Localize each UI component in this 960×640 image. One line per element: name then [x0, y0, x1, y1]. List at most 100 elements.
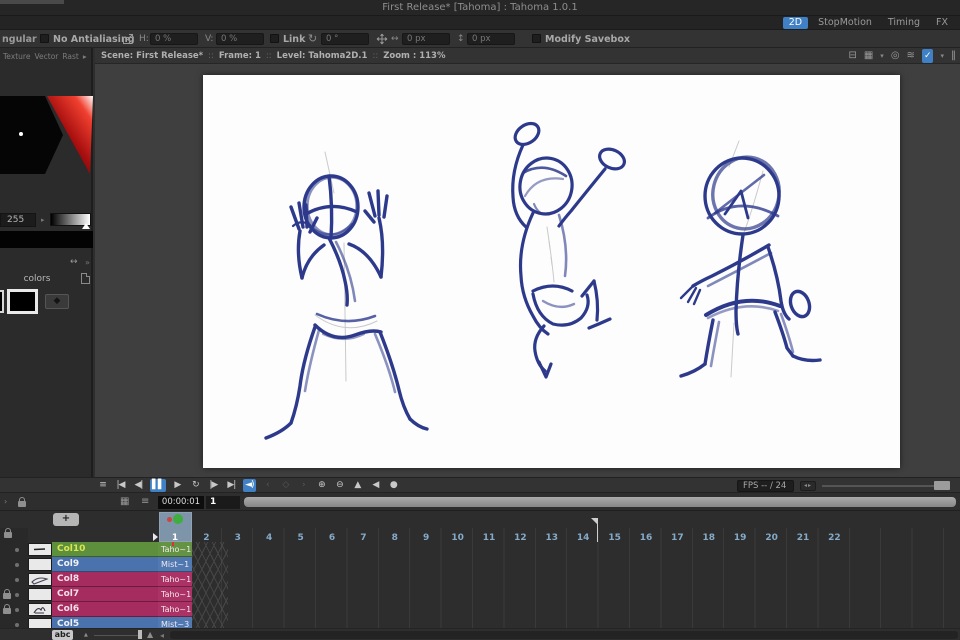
cell-frame1-col10[interactable]: Taho~1 — [158, 542, 192, 557]
layer-thumbnail[interactable] — [28, 588, 52, 601]
selected-style-swatch[interactable] — [7, 289, 38, 314]
lock-column-icon[interactable] — [4, 532, 12, 538]
chevron-down-icon[interactable]: ▾ — [940, 52, 944, 60]
timecode-field[interactable]: 00:00:01 — [158, 496, 204, 509]
cell-frame1-col8[interactable]: Taho~1 — [158, 572, 192, 587]
frame-slider[interactable] — [244, 497, 956, 507]
layer-config-dot[interactable] — [15, 563, 19, 567]
panel-tab-scroll-icon[interactable]: ▸ — [83, 52, 87, 61]
next-key-button[interactable]: › — [297, 479, 310, 492]
chevron-down-icon[interactable]: ▾ — [880, 52, 884, 60]
reset-view-button[interactable]: ● — [387, 479, 400, 492]
color-wheel[interactable] — [0, 64, 93, 195]
layer-row-col8[interactable]: Col8Taho~1 — [0, 572, 960, 587]
prev-key-button[interactable]: ‹ — [261, 479, 274, 492]
move-ns-field[interactable]: 0 px — [467, 33, 515, 45]
xsheet-icon[interactable]: ▦ — [120, 496, 129, 507]
layer-name-col10[interactable]: Col10 — [52, 542, 158, 557]
cell-frame1-col7[interactable]: Taho~1 — [158, 587, 192, 602]
zoom-out-mountain-icon[interactable]: ▲ — [84, 632, 88, 638]
room-tab-timing[interactable]: Timing — [882, 17, 926, 29]
expand-arrows-icon[interactable]: ↔ — [70, 257, 78, 267]
modify-savebox-checkbox[interactable] — [532, 34, 541, 43]
prev-frame-button[interactable]: ◀| — [132, 479, 145, 492]
scale-v-field[interactable]: 0 % — [216, 33, 264, 45]
lock-icon[interactable] — [3, 608, 11, 614]
last-frame-button[interactable]: ▶| — [225, 479, 238, 492]
layer-thumbnail[interactable] — [28, 558, 52, 571]
layer-row-col9[interactable]: Col9Mist~1 — [0, 557, 960, 572]
view-mode-icon[interactable]: ▦ — [864, 49, 873, 63]
playhead-marker-icon[interactable] — [153, 533, 158, 541]
loop-button[interactable]: ↻ — [189, 479, 202, 492]
page-icon[interactable] — [81, 273, 90, 284]
menu-icon[interactable]: ≡ — [141, 496, 149, 507]
flip-horizontal-button[interactable]: ◀ — [369, 479, 382, 492]
camera-view-icon[interactable]: ◎ — [891, 49, 900, 63]
pause-button[interactable]: ▌▌ — [150, 479, 166, 492]
cell-frame1-col9[interactable]: Mist~1 — [158, 557, 192, 572]
sound-button[interactable]: ◄) — [243, 479, 256, 492]
scale-h-field[interactable]: 0 % — [150, 33, 198, 45]
panel-tab-texture[interactable]: Texture — [3, 52, 30, 61]
rotation-field[interactable]: 0 ° — [321, 33, 369, 45]
onion-skin-next-icon[interactable] — [173, 514, 183, 524]
room-tab-fx[interactable]: FX — [930, 17, 954, 29]
first-frame-button[interactable]: |◀ — [114, 479, 127, 492]
layer-thumbnail[interactable] — [28, 573, 52, 586]
zoom-out-button[interactable]: ⊖ — [333, 479, 346, 492]
layer-name-col9[interactable]: Col9 — [52, 557, 158, 572]
onion-skin-prev-icon[interactable] — [167, 517, 172, 522]
move-ew-field[interactable]: 0 px — [402, 33, 450, 45]
lock-icon[interactable] — [3, 593, 11, 599]
drawing-canvas[interactable] — [203, 75, 900, 468]
freeze-icon[interactable]: ⊟ — [848, 49, 856, 63]
layer-name-col8[interactable]: Col8 — [52, 572, 158, 587]
panel-tab-rast[interactable]: Rast — [62, 52, 79, 61]
timeline-zoom-track[interactable] — [94, 635, 142, 636]
new-level-button[interactable]: + — [53, 513, 79, 526]
fps-slider-track[interactable] — [822, 485, 950, 487]
layer-row-col6[interactable]: Col6Taho~1 — [0, 602, 960, 617]
check-option-icon[interactable]: ✓ — [922, 49, 934, 63]
spinner-arrow-icon[interactable]: ▸ — [41, 216, 45, 224]
zoom-in-mountain-icon[interactable]: ▲ — [147, 630, 153, 639]
timeline-zoom-handle[interactable] — [138, 630, 142, 639]
room-tab-stopmotion[interactable]: StopMotion — [812, 17, 878, 29]
layer-config-dot[interactable] — [15, 548, 19, 552]
more-icon[interactable]: » — [85, 258, 90, 267]
slider-marker-icon[interactable] — [82, 223, 90, 229]
layer-name-col7[interactable]: Col7 — [52, 587, 158, 602]
playback-menu-button[interactable]: ≡ — [96, 479, 109, 492]
layer-config-dot[interactable] — [15, 608, 19, 612]
panel-tab-vector[interactable]: Vector — [34, 52, 58, 61]
set-key-button[interactable]: ◇ — [279, 479, 292, 492]
play-button[interactable]: ▶ — [171, 479, 184, 492]
fps-slider-handle[interactable] — [934, 481, 950, 490]
expand-arrow-icon[interactable]: › — [4, 497, 7, 506]
room-tab-2d[interactable]: 2D — [783, 17, 808, 29]
layer-row-col7[interactable]: Col7Taho~1 — [0, 587, 960, 602]
timeline-scrollbar[interactable] — [170, 631, 958, 639]
link-checkbox[interactable] — [270, 34, 279, 43]
zoom-in-button[interactable]: ⊕ — [315, 479, 328, 492]
layer-config-dot[interactable] — [15, 578, 19, 582]
layer-config-dot[interactable] — [15, 593, 19, 597]
value-field[interactable]: 255 — [0, 213, 36, 227]
flip-vertical-button[interactable]: ▲ — [351, 479, 364, 492]
cell-frame1-col6[interactable]: Taho~1 — [158, 602, 192, 617]
scene-end-marker[interactable] — [597, 518, 598, 542]
layer-row-col10[interactable]: Col10Taho~1 — [0, 542, 960, 557]
unlock-icon[interactable] — [18, 501, 26, 507]
fps-spinner[interactable]: ◂▸ — [800, 481, 816, 491]
new-style-button[interactable]: ◆ — [45, 294, 69, 309]
title-bar[interactable]: First Release* [Tahoma] : Tahoma 1.0.1 — [0, 0, 960, 16]
next-frame-button[interactable]: |▶ — [207, 479, 220, 492]
guide-icon[interactable]: ≋ — [907, 49, 915, 63]
layer-thumbnail[interactable] — [28, 543, 52, 556]
layer-name-col6[interactable]: Col6 — [52, 602, 158, 617]
current-frame-field[interactable]: 1 — [206, 496, 240, 509]
viewer-title-bar[interactable]: Scene: First Release*::Frame: 1::Level: … — [95, 48, 960, 64]
style-swatch[interactable] — [0, 290, 4, 313]
no-antialiasing-checkbox[interactable] — [40, 34, 49, 43]
